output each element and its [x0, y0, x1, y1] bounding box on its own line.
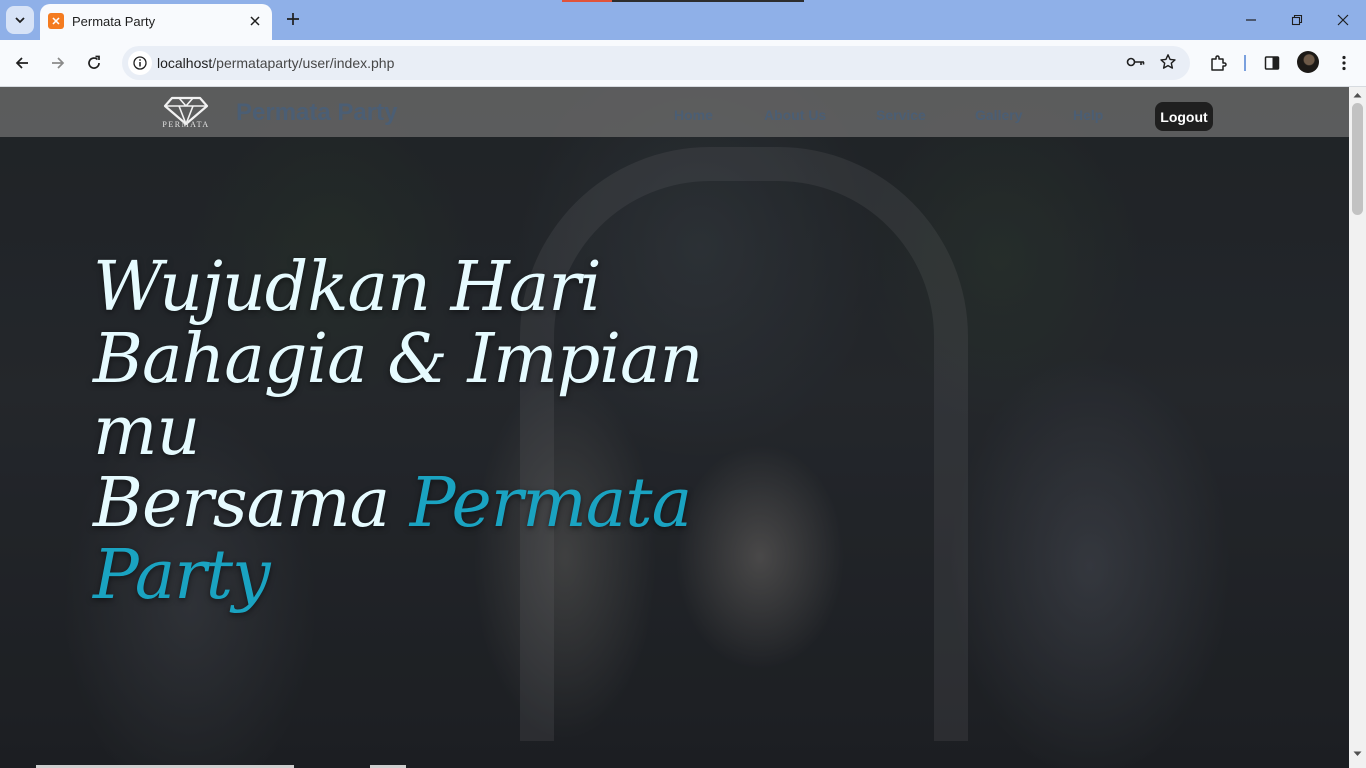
- hero-headline: Wujudkan Hari Bahagia & Impian mu Bersam…: [93, 252, 793, 612]
- url-path: /permataparty/user/index.php: [212, 55, 395, 71]
- bookmark-star-icon[interactable]: [1159, 53, 1177, 71]
- close-icon: [1337, 14, 1349, 26]
- address-bar[interactable]: localhost/permataparty/user/index.php: [122, 46, 1190, 80]
- password-key-icon[interactable]: [1126, 54, 1146, 70]
- url-text[interactable]: localhost/permataparty/user/index.php: [157, 55, 394, 71]
- plus-icon: [287, 13, 299, 25]
- chevron-down-icon: [15, 17, 25, 24]
- side-panel-button[interactable]: [1258, 49, 1286, 77]
- scroll-down-arrow-icon[interactable]: [1353, 751, 1362, 757]
- xampp-favicon-icon: ✕: [48, 13, 64, 29]
- browser-tab[interactable]: ✕ Permata Party: [40, 4, 272, 40]
- nav-help[interactable]: Help: [1073, 107, 1103, 123]
- brand-title[interactable]: Permata Party: [236, 99, 397, 127]
- logo-text: PERMATA: [162, 120, 210, 129]
- close-icon: [250, 16, 260, 26]
- extensions-button[interactable]: [1204, 49, 1232, 77]
- tab-close-button[interactable]: [246, 12, 264, 30]
- site-info-button[interactable]: [128, 51, 152, 75]
- info-icon: [133, 56, 147, 70]
- profile-avatar[interactable]: [1297, 51, 1319, 73]
- browser-toolbar: localhost/permataparty/user/index.php: [0, 40, 1366, 87]
- logout-button[interactable]: Logout: [1155, 102, 1213, 131]
- reload-icon: [88, 55, 100, 69]
- forward-button[interactable]: [44, 49, 72, 77]
- arrow-left-icon: [15, 57, 28, 69]
- browser-menu-button[interactable]: [1330, 49, 1358, 77]
- back-button[interactable]: [8, 49, 36, 77]
- nav-home[interactable]: Home: [674, 107, 713, 123]
- minimize-icon: [1246, 19, 1256, 21]
- hero-line-3: Bersama: [93, 464, 410, 543]
- tab-strip-indicator: [562, 0, 804, 2]
- nav-about-us[interactable]: About Us: [764, 107, 826, 123]
- scroll-up-arrow-icon[interactable]: [1353, 92, 1362, 98]
- hero-line-2: Bahagia & Impian mu: [93, 320, 703, 471]
- scroll-thumb[interactable]: [1352, 103, 1363, 215]
- hero-line-1: Wujudkan Hari: [93, 248, 602, 327]
- nav-gallery[interactable]: Gallery: [975, 107, 1022, 123]
- tab-title: Permata Party: [72, 14, 156, 29]
- arrow-right-icon: [52, 57, 65, 69]
- side-panel-icon: [1264, 56, 1280, 70]
- reload-button[interactable]: [80, 49, 108, 77]
- toolbar-separator: [1244, 55, 1246, 71]
- tab-search-button[interactable]: [6, 6, 34, 34]
- page-scrollbar[interactable]: [1349, 87, 1366, 768]
- site-navbar: PERMATA Permata Party Home About Us Serv…: [0, 87, 1349, 137]
- restore-icon: [1291, 14, 1303, 26]
- nav-service[interactable]: Service: [876, 107, 926, 123]
- browser-tab-strip: ✕ Permata Party: [0, 0, 1366, 40]
- new-tab-button[interactable]: [282, 8, 304, 30]
- minimize-button[interactable]: [1228, 0, 1274, 40]
- puzzle-icon: [1211, 55, 1227, 71]
- close-window-button[interactable]: [1320, 0, 1366, 40]
- restore-button[interactable]: [1274, 0, 1320, 40]
- more-vertical-icon: [1342, 55, 1346, 71]
- url-host: localhost: [157, 55, 213, 71]
- page-viewport: PERMATA Permata Party Home About Us Serv…: [0, 87, 1349, 768]
